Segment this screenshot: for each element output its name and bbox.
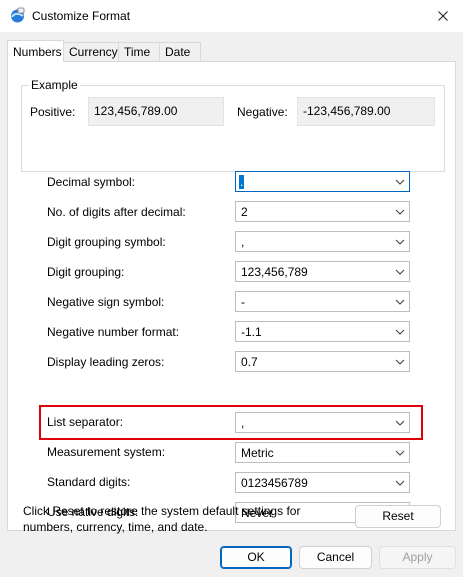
window-title: Customize Format xyxy=(32,9,131,23)
chevron-down-icon xyxy=(395,299,405,305)
standard-digits-combo[interactable]: 0123456789 xyxy=(235,472,410,493)
tab-currency[interactable]: Currency xyxy=(63,42,119,61)
decimal-symbol-value: . xyxy=(239,175,245,189)
standard-digits-label: Standard digits: xyxy=(47,475,131,489)
digit-grouping-symbol-label: Digit grouping symbol: xyxy=(47,235,166,249)
tab-date[interactable]: Date xyxy=(159,42,201,61)
digit-grouping-symbol-combo[interactable]: , xyxy=(235,231,410,252)
ok-button[interactable]: OK xyxy=(220,546,292,569)
tab-time[interactable]: Time xyxy=(118,42,160,61)
tab-label: Currency xyxy=(69,45,118,59)
numbers-tab-panel: Example Positive: 123,456,789.00 Negativ… xyxy=(7,61,456,531)
close-icon xyxy=(437,11,448,21)
positive-label: Positive: xyxy=(30,105,76,119)
cancel-button-label: Cancel xyxy=(316,550,355,564)
negative-sign-symbol-combo[interactable]: - xyxy=(235,291,410,312)
close-button[interactable] xyxy=(422,0,463,32)
negative-example-field: -123,456,789.00 xyxy=(297,97,435,126)
chevron-down-icon xyxy=(395,420,405,426)
ok-button-label: OK xyxy=(247,550,265,564)
negative-example-value: -123,456,789.00 xyxy=(303,104,391,118)
decimal-symbol-label: Decimal symbol: xyxy=(47,175,136,189)
positive-example-field: 123,456,789.00 xyxy=(88,97,224,126)
tab-label: Time xyxy=(124,45,151,59)
measurement-system-value: Metric xyxy=(241,446,274,460)
tab-label: Date xyxy=(165,45,191,59)
reset-description: Click Reset to restore the system defaul… xyxy=(23,504,301,534)
chevron-down-icon xyxy=(395,359,405,365)
display-leading-zeros-value: 0.7 xyxy=(241,355,258,369)
chevron-down-icon xyxy=(395,239,405,245)
positive-example-value: 123,456,789.00 xyxy=(94,104,178,118)
tab-numbers[interactable]: Numbers xyxy=(7,40,64,62)
digits-after-decimal-value: 2 xyxy=(241,205,248,219)
digits-after-decimal-combo[interactable]: 2 xyxy=(235,201,410,222)
negative-number-format-value: -1.1 xyxy=(241,325,262,339)
digit-grouping-value: 123,456,789 xyxy=(241,265,308,279)
list-separator-value: , xyxy=(241,416,245,430)
list-separator-label: List separator: xyxy=(47,415,124,429)
standard-digits-value: 0123456789 xyxy=(241,476,308,490)
reset-button-label: Reset xyxy=(382,509,414,523)
negative-number-format-label: Negative number format: xyxy=(47,325,180,339)
measurement-system-label: Measurement system: xyxy=(47,445,166,459)
list-separator-combo[interactable]: , xyxy=(235,412,410,433)
chevron-down-icon xyxy=(395,450,405,456)
apply-button-label: Apply xyxy=(402,550,433,564)
decimal-symbol-combo[interactable]: . xyxy=(235,171,410,192)
dialog-body: Numbers Currency Time Date Example Posit… xyxy=(0,32,463,577)
reset-button[interactable]: Reset xyxy=(355,505,441,528)
title-bar: Customize Format xyxy=(0,0,463,32)
chevron-down-icon xyxy=(395,329,405,335)
negative-sign-symbol-value: - xyxy=(241,295,245,309)
negative-number-format-combo[interactable]: -1.1 xyxy=(235,321,410,342)
digit-grouping-label: Digit grouping: xyxy=(47,265,125,279)
chevron-down-icon xyxy=(395,209,405,215)
chevron-down-icon xyxy=(395,269,405,275)
negative-label: Negative: xyxy=(237,105,288,119)
example-groupbox: Example Positive: 123,456,789.00 Negativ… xyxy=(21,78,445,172)
chevron-down-icon xyxy=(395,480,405,486)
digits-after-decimal-label: No. of digits after decimal: xyxy=(47,205,186,219)
control-panel-icon xyxy=(11,7,25,23)
cancel-button[interactable]: Cancel xyxy=(299,546,372,569)
display-leading-zeros-label: Display leading zeros: xyxy=(47,355,165,369)
apply-button[interactable]: Apply xyxy=(379,546,456,569)
chevron-down-icon xyxy=(395,179,405,185)
digit-grouping-symbol-value: , xyxy=(241,235,245,249)
measurement-system-combo[interactable]: Metric xyxy=(235,442,410,463)
example-legend: Example xyxy=(29,78,80,92)
digit-grouping-combo[interactable]: 123,456,789 xyxy=(235,261,410,282)
negative-sign-symbol-label: Negative sign symbol: xyxy=(47,295,165,309)
tab-label: Numbers xyxy=(13,45,62,59)
display-leading-zeros-combo[interactable]: 0.7 xyxy=(235,351,410,372)
